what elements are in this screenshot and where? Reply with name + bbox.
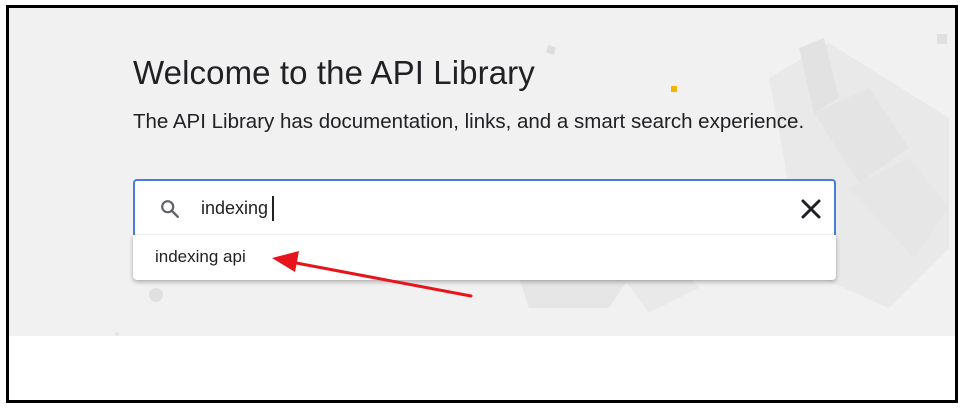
- sparkle-icon: [671, 86, 677, 92]
- clear-search-button[interactable]: [799, 197, 823, 221]
- suggestion-label: indexing api: [155, 247, 246, 266]
- page-subtitle: The API Library has documentation, links…: [133, 110, 805, 133]
- search-suggestions: indexing api: [133, 235, 836, 280]
- hero-banner: Welcome to the API Library The API Libra…: [9, 8, 955, 336]
- page-title: Welcome to the API Library: [133, 54, 535, 91]
- screenshot-frame: Welcome to the API Library The API Libra…: [6, 5, 958, 403]
- text-cursor: [272, 196, 274, 221]
- search-bar: [133, 179, 836, 235]
- close-icon: [801, 199, 821, 219]
- search-input[interactable]: [201, 193, 761, 223]
- suggestion-item[interactable]: indexing api: [133, 235, 836, 280]
- search-icon: [159, 198, 181, 220]
